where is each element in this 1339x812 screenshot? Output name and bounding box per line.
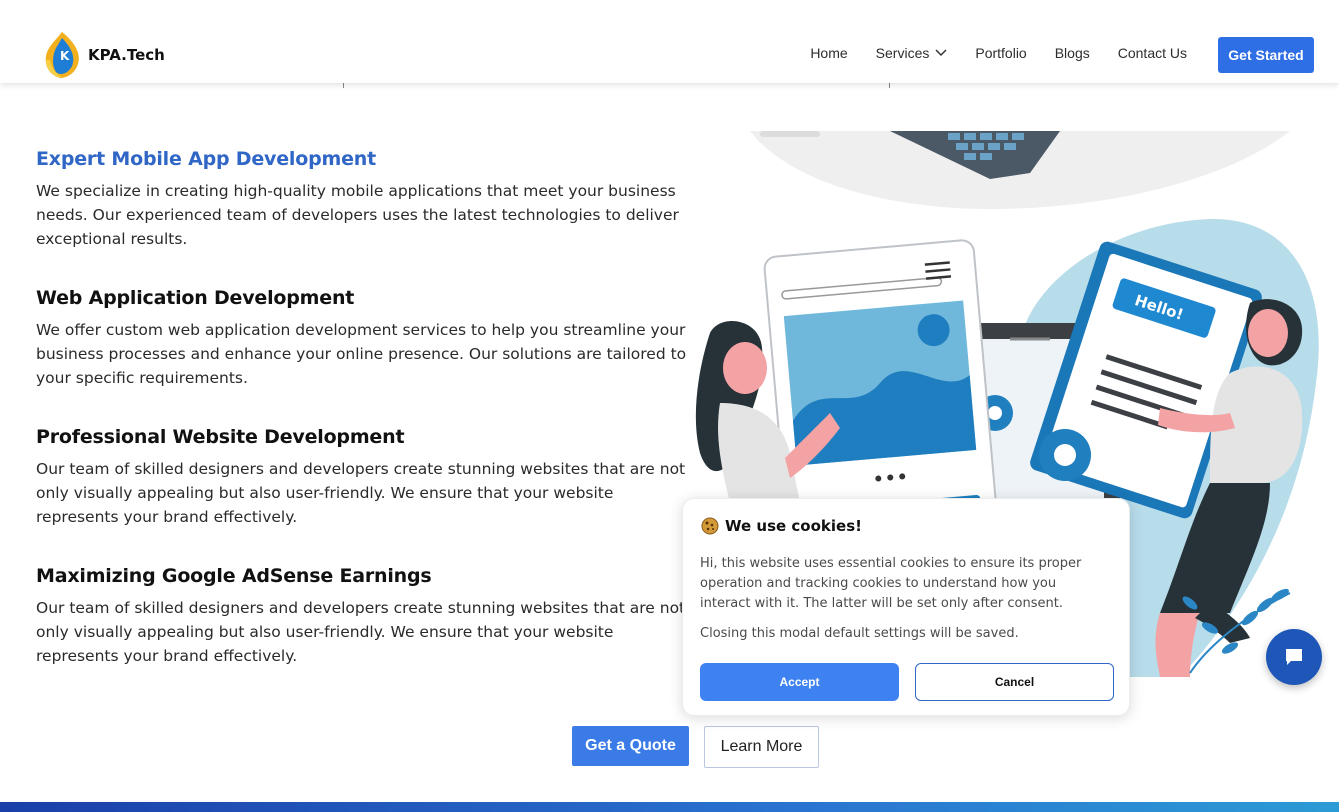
cta-group: Get a Quote Learn More — [572, 726, 819, 768]
cookie-note: Closing this modal default settings will… — [700, 626, 1019, 641]
footer-bar — [0, 802, 1339, 812]
logo[interactable]: K KPA.Tech — [42, 30, 165, 80]
learn-more-button[interactable]: Learn More — [704, 726, 819, 768]
site-header: K KPA.Tech Home Services Portfolio Blogs… — [0, 0, 1339, 83]
chat-button[interactable] — [1266, 629, 1322, 685]
nav-home[interactable]: Home — [810, 45, 847, 61]
accept-button[interactable]: Accept — [700, 663, 899, 701]
main-nav: Home Services Portfolio Blogs Contact Us — [782, 45, 1187, 61]
cookie-title-text: We use cookies! — [725, 517, 862, 535]
nav-blogs[interactable]: Blogs — [1055, 45, 1090, 61]
cancel-button[interactable]: Cancel — [915, 663, 1114, 701]
service-title: Maximizing Google AdSense Earnings — [36, 565, 432, 587]
service-website: Professional Website Development Our tea… — [36, 426, 696, 529]
nav-services-label: Services — [875, 45, 930, 61]
service-mobile: Expert Mobile App Development We special… — [36, 148, 696, 251]
service-text: We specialize in creating high-quality m… — [36, 182, 679, 248]
logo-icon: K — [42, 30, 84, 80]
service-title: Web Application Development — [36, 287, 355, 309]
cookie-description: Hi, this website uses essential cookies … — [700, 556, 1082, 611]
chevron-down-icon — [935, 49, 947, 57]
svg-text:K: K — [60, 49, 70, 63]
service-webapp: Web Application Development We offer cus… — [36, 287, 696, 390]
service-adsense: Maximizing Google AdSense Earnings Our t… — [36, 565, 696, 668]
chat-icon — [1286, 649, 1302, 665]
nav-portfolio[interactable]: Portfolio — [975, 45, 1026, 61]
services-list: Expert Mobile App Development We special… — [36, 148, 696, 704]
nav-services[interactable]: Services — [876, 45, 948, 61]
cookie-icon — [701, 517, 719, 535]
cookie-modal: We use cookies! Hi, this website uses es… — [682, 498, 1130, 716]
get-quote-button[interactable]: Get a Quote — [572, 726, 689, 766]
brand-name: KPA.Tech — [88, 46, 165, 64]
service-text: We offer custom web application developm… — [36, 321, 687, 387]
get-started-button[interactable]: Get Started — [1218, 37, 1314, 73]
service-text: Our team of skilled designers and develo… — [36, 599, 686, 665]
service-title: Professional Website Development — [36, 426, 405, 448]
cookie-title: We use cookies! — [701, 517, 862, 535]
nav-contact[interactable]: Contact Us — [1118, 45, 1187, 61]
service-text: Our team of skilled designers and develo… — [36, 460, 686, 526]
service-title: Expert Mobile App Development — [36, 148, 376, 170]
